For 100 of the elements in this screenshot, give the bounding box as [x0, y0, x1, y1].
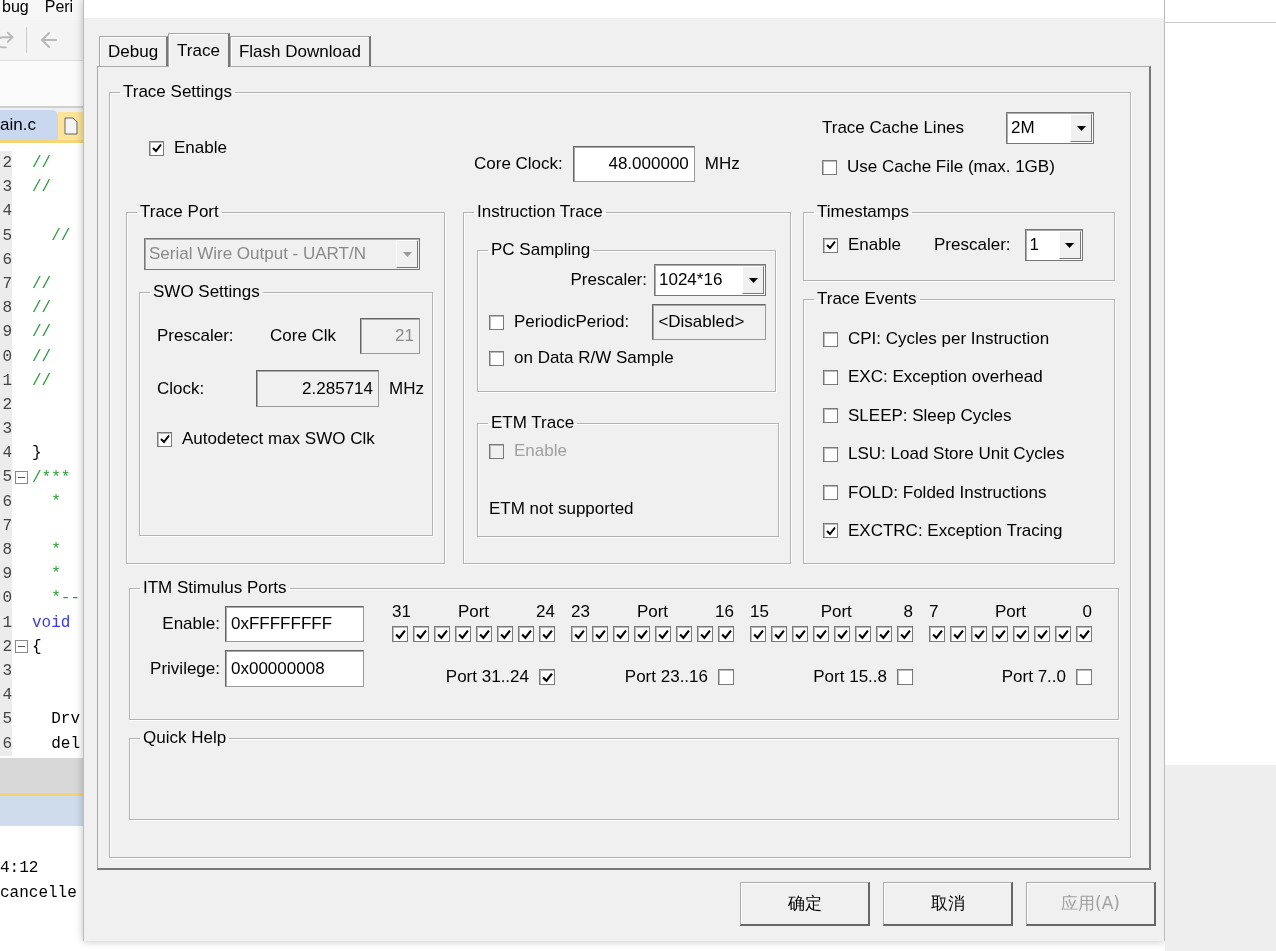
group-title: Timestamps	[816, 202, 910, 222]
label: Core Clock:	[474, 154, 563, 174]
tab[interactable]: Debug	[99, 36, 169, 66]
code-line: //	[31, 323, 52, 342]
checkbox[interactable]	[929, 626, 945, 642]
checkbox[interactable]	[950, 626, 966, 642]
label: Enable:	[162, 614, 220, 633]
line-number: 2	[0, 151, 12, 176]
code-line: *	[50, 492, 61, 511]
checkbox[interactable]	[434, 626, 450, 642]
line-number: 6	[0, 247, 12, 272]
checkbox[interactable]	[823, 408, 838, 424]
line-number: 2	[0, 634, 12, 659]
checkbox[interactable]	[750, 626, 766, 642]
checkbox[interactable]	[876, 626, 892, 642]
group-title: PC Sampling	[490, 240, 592, 260]
tab[interactable]: Trace	[168, 33, 230, 67]
checkbox[interactable]	[718, 626, 734, 642]
checkbox[interactable]	[634, 626, 650, 642]
enable-mask-field[interactable]: 0xFFFFFFFF	[225, 606, 364, 642]
checkbox[interactable]	[1013, 626, 1029, 642]
label: Port 7..0	[1001, 667, 1066, 687]
checkbox[interactable]	[613, 626, 629, 642]
label: Port	[994, 602, 1027, 622]
checkbox[interactable]	[1034, 626, 1050, 642]
line-number: 9	[0, 562, 12, 587]
checkbox[interactable]	[1076, 669, 1092, 685]
checkbox[interactable]	[792, 626, 808, 642]
caret-icon	[1065, 242, 1075, 248]
checkbox[interactable]	[539, 669, 555, 685]
checkbox[interactable]	[771, 626, 787, 642]
caret-icon	[748, 277, 758, 283]
checkbox[interactable]	[897, 669, 913, 685]
checkbox[interactable]	[822, 159, 837, 175]
checkbox[interactable]	[823, 446, 838, 462]
checkbox[interactable]	[697, 626, 713, 642]
dialog-button[interactable]: 取消	[883, 882, 1013, 926]
privilege-mask-field[interactable]: 0x00000008	[225, 650, 364, 687]
label: Clock:	[157, 378, 205, 398]
checkbox[interactable]	[392, 626, 408, 642]
file-tab[interactable]: ain.c	[0, 110, 58, 140]
dialog-button[interactable]: 确定	[740, 882, 870, 926]
checkbox[interactable]	[413, 626, 429, 642]
checkbox[interactable]	[539, 626, 555, 642]
checkbox[interactable]	[455, 626, 471, 642]
code-line: del	[50, 734, 80, 753]
prescaler-select[interactable]: 1024*16	[654, 264, 766, 296]
clock-field[interactable]: 2.285714	[256, 370, 379, 407]
checkbox[interactable]	[971, 626, 987, 642]
checkbox-label: EXC: Exception overhead	[848, 367, 1043, 388]
checkbox[interactable]	[1076, 626, 1092, 642]
checkbox[interactable]	[571, 626, 587, 642]
checkbox[interactable]	[718, 669, 734, 685]
tab[interactable]: Flash Download	[229, 36, 371, 66]
group-title: Trace Settings	[122, 82, 233, 102]
output-line: cancelle	[0, 884, 77, 902]
line-number: 7	[0, 513, 12, 538]
checkbox-label: FOLD: Folded Instructions	[848, 482, 1047, 503]
checkbox[interactable]	[476, 626, 492, 642]
checkbox[interactable]	[897, 626, 913, 642]
checkbox[interactable]	[834, 626, 850, 642]
line-number: 5	[0, 707, 12, 732]
checkbox[interactable]	[823, 523, 838, 539]
checkbox[interactable]	[855, 626, 871, 642]
checkbox[interactable]	[823, 331, 838, 347]
label: Port	[636, 602, 669, 622]
label: Port 23..16	[624, 667, 708, 687]
checkbox[interactable]	[157, 431, 172, 447]
checkbox[interactable]	[489, 350, 504, 366]
menu-item[interactable]: Peri	[44, 0, 74, 20]
line-number: 3	[0, 658, 12, 684]
checkbox[interactable]	[489, 314, 504, 330]
fold-icon[interactable]	[14, 640, 28, 654]
checkbox-label: Enable	[848, 235, 901, 255]
menu-item[interactable]: bug	[2, 0, 29, 20]
code-line: //	[31, 154, 52, 173]
checkbox[interactable]	[992, 626, 1008, 642]
checkbox[interactable]	[497, 626, 513, 642]
checkbox[interactable]	[149, 140, 164, 156]
checkbox[interactable]	[655, 626, 671, 642]
group-title: Trace Events	[816, 289, 918, 309]
checkbox[interactable]	[592, 626, 608, 642]
cache-lines-select[interactable]: 2M	[1006, 112, 1094, 144]
checkbox[interactable]	[1055, 626, 1071, 642]
line-number: 8	[0, 538, 12, 563]
checkbox[interactable]	[813, 626, 829, 642]
group-title: Trace Port	[139, 202, 220, 222]
output-line: 4:12	[0, 859, 39, 877]
checkbox[interactable]	[676, 626, 692, 642]
checkbox[interactable]	[823, 369, 838, 385]
checkbox[interactable]	[823, 485, 838, 501]
checkbox[interactable]	[823, 237, 838, 253]
fold-icon[interactable]	[14, 471, 28, 485]
core-clock-field[interactable]: 48.000000	[572, 146, 695, 182]
code-line: Drv	[50, 710, 80, 729]
checkbox[interactable]	[518, 626, 534, 642]
line-number: 4	[0, 683, 12, 708]
period-field[interactable]: <Disabled>	[652, 304, 766, 340]
horizontal-scrollbar[interactable]	[0, 758, 83, 796]
prescaler-select[interactable]: 1	[1024, 229, 1083, 261]
